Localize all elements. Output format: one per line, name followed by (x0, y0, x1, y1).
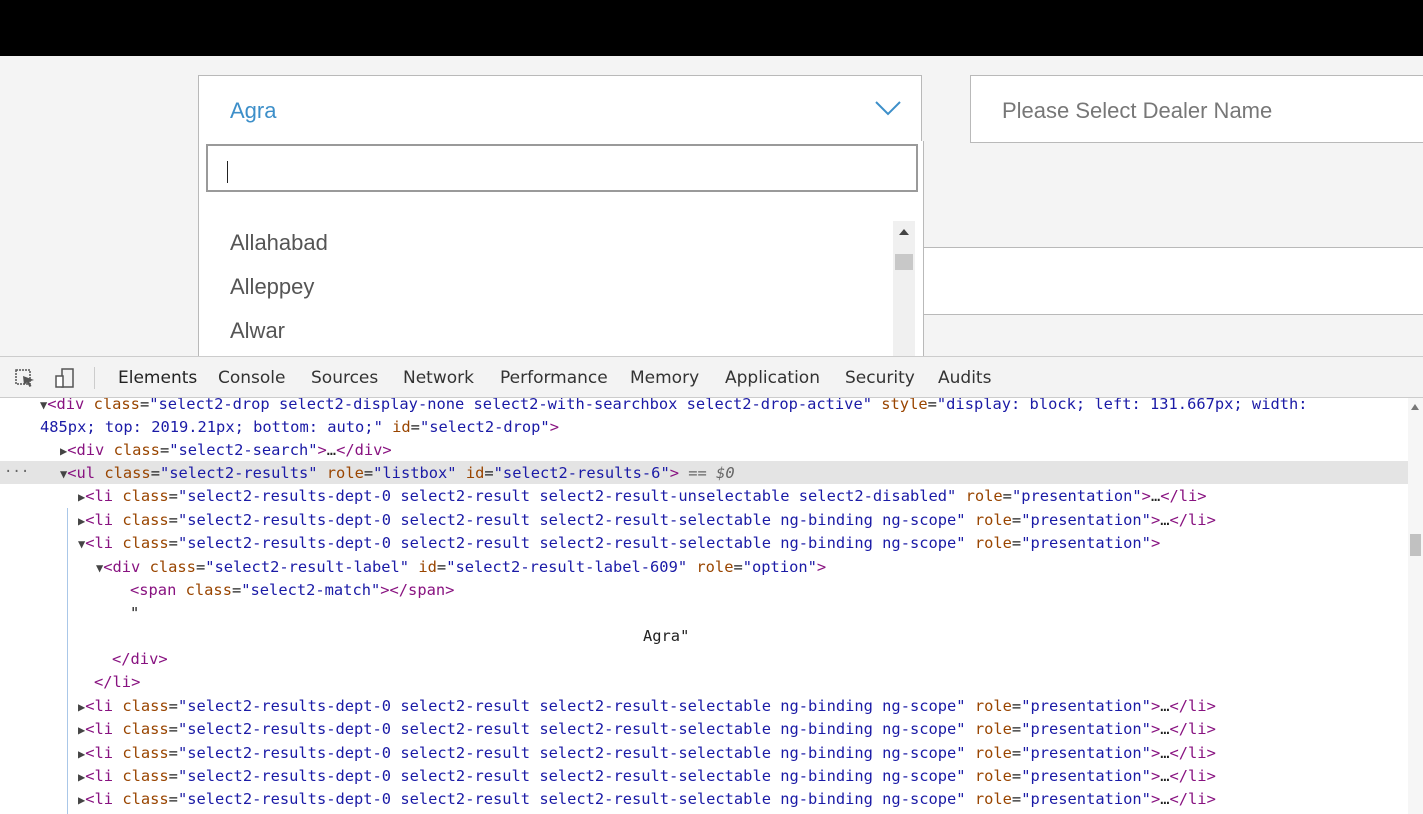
toolbar-divider (94, 367, 95, 389)
scroll-up-arrow-icon[interactable] (899, 229, 909, 235)
city-select[interactable]: Agra (198, 75, 922, 141)
dropdown-results: Allahabad Alleppey Alwar (199, 221, 889, 353)
dom-node-line[interactable]: ▶<li class="select2-results-dept-0 selec… (78, 509, 1216, 532)
dom-node-line[interactable]: ▶<li class="select2-results-dept-0 selec… (78, 742, 1216, 765)
tab-performance[interactable]: Performance (500, 357, 608, 397)
page-content: Agra Please Select Dealer Name Allahabad… (0, 56, 1423, 356)
dom-node-line[interactable]: ▼<li class="select2-results-dept-0 selec… (78, 532, 1160, 555)
tree-guide-line (67, 508, 68, 814)
dom-node-line[interactable]: ▶<div class="select2-search">…</div> (60, 439, 392, 462)
dom-node-line[interactable]: ▶<li class="select2-results-dept-0 selec… (78, 788, 1216, 811)
dom-node-line[interactable]: <span class="select2-match"></span> (130, 579, 454, 602)
result-item[interactable]: Alleppey (199, 265, 889, 309)
dom-node-line[interactable]: ▼<div class="select2-drop select2-displa… (40, 398, 1308, 416)
dropdown-scrollbar[interactable] (893, 221, 915, 356)
dom-node-line[interactable]: ▶<li class="select2-results-dept-0 selec… (78, 718, 1216, 741)
more-actions-icon[interactable]: ··· (4, 461, 29, 484)
dom-node-line[interactable]: ▶<li class="select2-results-dept-0 selec… (78, 485, 1207, 508)
dropdown-search-input[interactable] (206, 144, 918, 192)
dom-node-line-selected[interactable]: ▼<ul class="select2-results" role="listb… (60, 462, 735, 485)
dealer-select-placeholder: Please Select Dealer Name (1002, 98, 1273, 123)
devtools-scrollbar[interactable] (1408, 398, 1423, 814)
devtools-panel: Elements Console Sources Network Perform… (0, 356, 1423, 814)
devtools-tabbar: Elements Console Sources Network Perform… (0, 357, 1423, 398)
dom-node-line-wrap: 485px; top: 2019.21px; bottom: auto;" id… (40, 418, 559, 436)
tab-sources[interactable]: Sources (311, 357, 378, 397)
dom-close-tag: </div> (112, 650, 168, 668)
device-toggle-icon[interactable] (54, 367, 76, 389)
chevron-down-icon[interactable] (873, 98, 903, 118)
dom-text-node[interactable]: " (130, 602, 139, 625)
scroll-thumb[interactable] (895, 254, 913, 270)
top-header-bar (0, 0, 1423, 56)
inspect-element-icon[interactable] (14, 367, 36, 389)
tab-audits[interactable]: Audits (938, 357, 991, 397)
city-dropdown: Allahabad Alleppey Alwar (198, 141, 924, 356)
result-item[interactable]: Alwar (199, 309, 889, 353)
dom-text-node[interactable]: Agra" (643, 625, 689, 648)
scroll-thumb[interactable] (1410, 534, 1421, 556)
tab-network[interactable]: Network (403, 357, 474, 397)
dealer-select[interactable]: Please Select Dealer Name (970, 75, 1423, 143)
background-field (922, 247, 1423, 315)
tab-elements[interactable]: Elements (118, 357, 197, 397)
dom-node-line[interactable]: ▼<div class="select2-result-label" id="s… (96, 556, 826, 579)
scroll-up-arrow-icon[interactable] (1411, 404, 1419, 410)
result-item[interactable]: Allahabad (199, 221, 889, 265)
dom-node-line[interactable]: ▶<li class="select2-results-dept-0 selec… (78, 695, 1216, 718)
elements-tree: ··· ▼<div class="select2-drop select2-di… (0, 398, 1408, 814)
dom-node-line[interactable]: ▶<li class="select2-results-dept-0 selec… (78, 765, 1216, 788)
city-select-value: Agra (230, 98, 277, 123)
dom-close-tag: </li> (94, 673, 141, 691)
text-caret (227, 161, 228, 183)
tab-security[interactable]: Security (845, 357, 915, 397)
tab-console[interactable]: Console (218, 357, 286, 397)
tab-memory[interactable]: Memory (630, 357, 699, 397)
tab-application[interactable]: Application (725, 357, 820, 397)
